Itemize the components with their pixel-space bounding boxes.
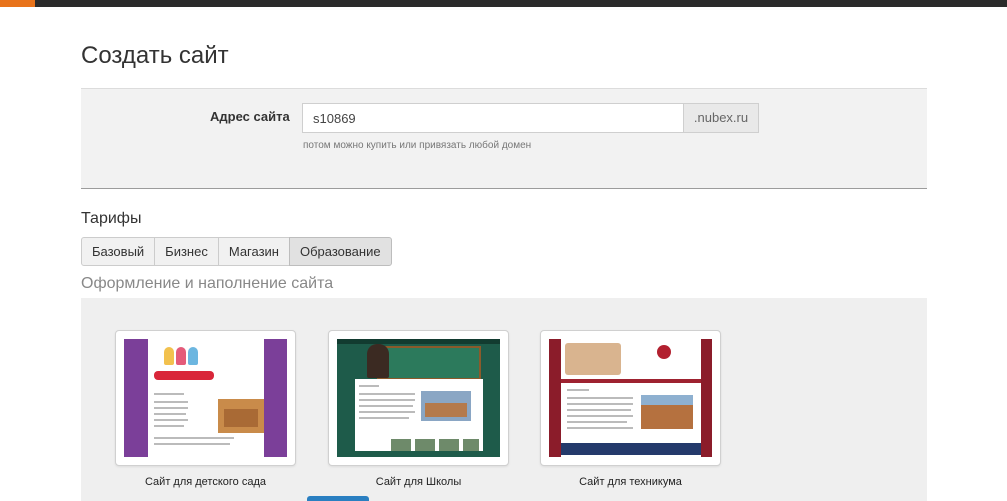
tab-basic[interactable]: Базовый: [81, 237, 156, 266]
template-card-technical-college[interactable]: Сайт для техникума: [540, 330, 721, 488]
top-bar: [0, 0, 1007, 7]
kindergarten-preview-image: [124, 339, 287, 457]
template-thumbnail[interactable]: [328, 330, 509, 466]
template-name: Сайт для техникума: [579, 476, 682, 488]
technical-college-preview-image: [549, 339, 712, 457]
page-title: Создать сайт: [81, 42, 229, 69]
address-panel: Адрес сайта .nubex.ru потом можно купить…: [81, 88, 927, 189]
tariffs-title: Тарифы: [81, 210, 142, 227]
template-card-kindergarten[interactable]: Сайт для детского сада: [115, 330, 296, 488]
template-name: Сайт для Школы: [375, 476, 462, 488]
school-preview-image: [337, 339, 500, 457]
tariff-tabs: Базовый Бизнес Магазин Образование: [81, 237, 392, 266]
template-thumbnail[interactable]: [115, 330, 296, 466]
template-thumbnail[interactable]: [540, 330, 721, 466]
templates-gallery: Сайт для детского сада Сайт для Школы Са…: [81, 298, 927, 501]
address-hint: потом можно купить или привязать любой д…: [303, 140, 532, 151]
template-card-school[interactable]: Сайт для Школы: [328, 330, 509, 488]
template-name: Сайт для детского сада: [144, 476, 266, 488]
tab-business[interactable]: Бизнес: [154, 237, 219, 266]
select-template-button[interactable]: [307, 496, 369, 501]
design-title: Оформление и наполнение сайта: [81, 275, 334, 292]
tab-education[interactable]: Образование: [289, 237, 392, 266]
address-label: Адрес сайта: [210, 109, 290, 124]
site-address-input[interactable]: [302, 103, 692, 133]
tab-shop[interactable]: Магазин: [217, 237, 290, 266]
domain-suffix: .nubex.ru: [683, 103, 759, 133]
top-bar-accent: [0, 0, 35, 7]
